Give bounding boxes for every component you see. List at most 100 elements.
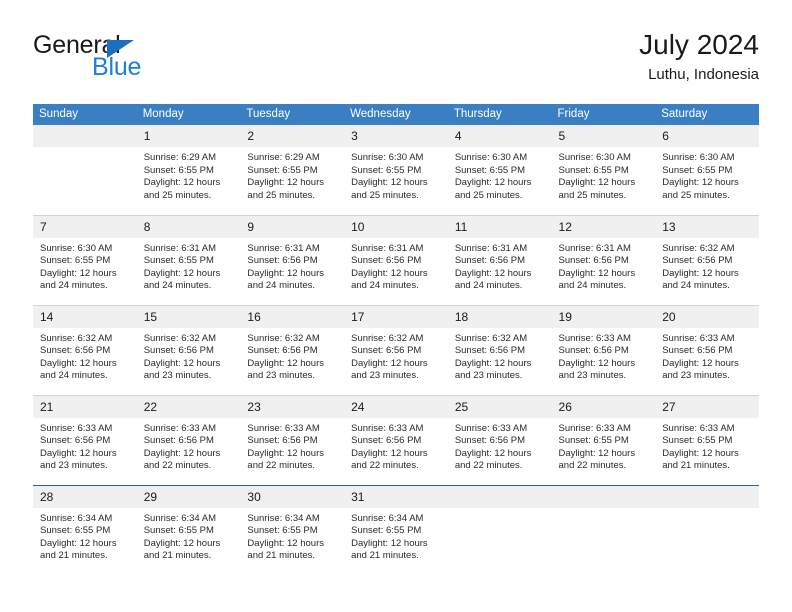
sunrise-text: Sunrise: 6:33 AM: [558, 422, 631, 434]
calendar-week-row: 21 Sunrise: 6:33 AM Sunset: 6:56 PM Dayligh…: [33, 394, 759, 485]
day-details: Sunrise: 6:32 AM Sunset: 6:56 PM Daylight:…: [344, 328, 448, 383]
day-number: 11: [447, 215, 552, 238]
day-number: 19: [551, 305, 656, 328]
sunrise-text: Sunrise: 6:33 AM: [454, 422, 528, 434]
day-number: 22: [136, 395, 241, 418]
calendar-body: 1 Sunrise: 6:29 AM Sunset: 6:55 PM Daylight…: [33, 125, 759, 575]
day-number: 18: [447, 305, 552, 328]
daylight-text-line2: and 24 minutes.: [662, 280, 730, 292]
daylight-text-line1: Daylight: 12 hours: [454, 357, 532, 369]
calendar-day-cell[interactable]: 3 Sunrise: 6:30 AM Sunset: 6:55 PM Daylight…: [344, 125, 448, 215]
calendar-day-cell[interactable]: 29 Sunrise: 6:34 AM Sunset: 6:55 PM Dayligh…: [136, 484, 241, 575]
daylight-text-line1: Daylight: 12 hours: [558, 177, 636, 189]
sunrise-text: Sunrise: 6:32 AM: [40, 332, 113, 344]
daylight-text-line1: Daylight: 12 hours: [662, 447, 739, 459]
daylight-text-line2: and 21 minutes.: [40, 550, 108, 562]
sunrise-text: Sunrise: 6:31 AM: [454, 242, 528, 254]
calendar-day-cell[interactable]: 30 Sunrise: 6:34 AM Sunset: 6:55 PM Dayligh…: [240, 484, 345, 575]
calendar-week-row: 1 Sunrise: 6:29 AM Sunset: 6:55 PM Daylight…: [33, 125, 759, 215]
day-number: 21: [33, 395, 137, 418]
day-details: Sunrise: 6:33 AM Sunset: 6:56 PM Daylight:…: [33, 418, 137, 473]
calendar-day-cell[interactable]: 7 Sunrise: 6:30 AM Sunset: 6:55 PM Daylight…: [33, 214, 137, 305]
calendar-day-cell[interactable]: 18 Sunrise: 6:32 AM Sunset: 6:56 PM Dayligh…: [447, 304, 552, 395]
calendar-day-cell[interactable]: 23 Sunrise: 6:33 AM Sunset: 6:56 PM Dayligh…: [240, 394, 345, 485]
calendar-day-cell[interactable]: 13 Sunrise: 6:32 AM Sunset: 6:56 PM Dayligh…: [655, 214, 759, 305]
sunrise-text: Sunrise: 6:34 AM: [143, 512, 217, 524]
sunrise-text: Sunrise: 6:34 AM: [351, 512, 424, 524]
day-details: Sunrise: 6:32 AM Sunset: 6:56 PM Daylight:…: [240, 328, 344, 383]
sunset-text: Sunset: 6:56 PM: [662, 255, 733, 267]
sunset-text: Sunset: 6:56 PM: [40, 435, 111, 447]
daylight-text-line2: and 23 minutes.: [247, 370, 316, 382]
calendar-day-cell[interactable]: 17 Sunrise: 6:32 AM Sunset: 6:56 PM Dayligh…: [344, 304, 448, 395]
sunset-text: Sunset: 6:56 PM: [40, 345, 111, 357]
sunset-text: Sunset: 6:56 PM: [247, 345, 318, 357]
calendar-day-cell[interactable]: 25 Sunrise: 6:33 AM Sunset: 6:56 PM Dayligh…: [447, 394, 552, 485]
daylight-text-line1: Daylight: 12 hours: [662, 177, 739, 189]
sunset-text: Sunset: 6:55 PM: [662, 435, 733, 447]
day-number: 25: [447, 395, 552, 418]
calendar-day-cell[interactable]: 20 Sunrise: 6:33 AM Sunset: 6:56 PM Dayligh…: [655, 304, 759, 395]
sunset-text: Sunset: 6:56 PM: [351, 255, 422, 267]
calendar-day-cell[interactable]: 1 Sunrise: 6:29 AM Sunset: 6:55 PM Daylight…: [136, 125, 241, 215]
daylight-text-line2: and 21 minutes.: [351, 550, 419, 562]
calendar-day-cell[interactable]: 21 Sunrise: 6:33 AM Sunset: 6:56 PM Dayligh…: [33, 394, 137, 485]
calendar-day-cell[interactable]: 5 Sunrise: 6:30 AM Sunset: 6:55 PM Daylight…: [551, 125, 656, 215]
calendar-day-cell[interactable]: 6 Sunrise: 6:30 AM Sunset: 6:55 PM Daylight…: [655, 125, 759, 215]
calendar-day-cell[interactable]: 9 Sunrise: 6:31 AM Sunset: 6:56 PM Daylight…: [240, 214, 345, 305]
sunrise-text: Sunrise: 6:33 AM: [247, 422, 320, 434]
sunset-text: Sunset: 6:55 PM: [143, 255, 214, 267]
calendar-header-row: Sunday Monday Tuesday Wednesday Thursday…: [33, 104, 759, 125]
daylight-text-line2: and 24 minutes.: [40, 370, 108, 382]
sunset-text: Sunset: 6:56 PM: [558, 345, 629, 357]
day-details: Sunrise: 6:33 AM Sunset: 6:56 PM Daylight:…: [655, 328, 759, 383]
day-details: Sunrise: 6:31 AM Sunset: 6:56 PM Daylight:…: [344, 238, 448, 293]
daylight-text-line2: and 22 minutes.: [454, 460, 523, 472]
sunrise-text: Sunrise: 6:32 AM: [247, 332, 320, 344]
calendar-day-cell[interactable]: 22 Sunrise: 6:33 AM Sunset: 6:56 PM Dayligh…: [136, 394, 241, 485]
calendar-day-cell[interactable]: 11 Sunrise: 6:31 AM Sunset: 6:56 PM Dayligh…: [447, 214, 552, 305]
calendar-day-cell[interactable]: 26 Sunrise: 6:33 AM Sunset: 6:55 PM Dayligh…: [551, 394, 656, 485]
day-details: Sunrise: 6:31 AM Sunset: 6:56 PM Daylight:…: [448, 238, 552, 293]
daylight-text-line1: Daylight: 12 hours: [558, 447, 636, 459]
calendar-day-cell[interactable]: 31 Sunrise: 6:34 AM Sunset: 6:55 PM Dayligh…: [344, 484, 448, 575]
calendar-day-cell[interactable]: 24 Sunrise: 6:33 AM Sunset: 6:56 PM Dayligh…: [344, 394, 448, 485]
calendar-day-cell[interactable]: 10 Sunrise: 6:31 AM Sunset: 6:56 PM Dayligh…: [344, 214, 448, 305]
calendar-day-cell[interactable]: 2 Sunrise: 6:29 AM Sunset: 6:55 PM Daylight…: [240, 125, 345, 215]
daylight-text-line2: and 21 minutes.: [143, 550, 212, 562]
calendar-table: Sunday Monday Tuesday Wednesday Thursday…: [33, 104, 759, 575]
daylight-text-line1: Daylight: 12 hours: [143, 537, 221, 549]
calendar-day-cell[interactable]: 4 Sunrise: 6:30 AM Sunset: 6:55 PM Daylight…: [447, 125, 552, 215]
calendar-day-cell[interactable]: 28 Sunrise: 6:34 AM Sunset: 6:55 PM Dayligh…: [33, 484, 137, 575]
calendar-day-cell[interactable]: 14 Sunrise: 6:32 AM Sunset: 6:56 PM Dayligh…: [33, 304, 137, 395]
daylight-text-line1: Daylight: 12 hours: [351, 267, 428, 279]
day-details: Sunrise: 6:33 AM Sunset: 6:56 PM Daylight:…: [344, 418, 448, 473]
sunset-text: Sunset: 6:56 PM: [454, 435, 526, 447]
daylight-text-line1: Daylight: 12 hours: [247, 537, 324, 549]
calendar-day-cell[interactable]: 8 Sunrise: 6:31 AM Sunset: 6:55 PM Daylight…: [136, 214, 241, 305]
calendar-day-cell[interactable]: 15 Sunrise: 6:32 AM Sunset: 6:56 PM Dayligh…: [136, 304, 241, 395]
general-blue-logo[interactable]: General Blue: [33, 32, 263, 88]
daylight-text-line2: and 22 minutes.: [558, 460, 627, 472]
daylight-text-line1: Daylight: 12 hours: [662, 267, 739, 279]
sunset-text: Sunset: 6:55 PM: [247, 525, 318, 537]
daylight-text-line1: Daylight: 12 hours: [247, 177, 324, 189]
page-subtitle-location: Luthu, Indonesia: [648, 66, 759, 83]
daylight-text-line1: Daylight: 12 hours: [454, 447, 532, 459]
calendar-day-cell[interactable]: 27 Sunrise: 6:33 AM Sunset: 6:55 PM Dayligh…: [655, 394, 759, 485]
day-number: [551, 485, 656, 508]
day-details: Sunrise: 6:34 AM Sunset: 6:55 PM Daylight:…: [240, 508, 344, 563]
daylight-text-line1: Daylight: 12 hours: [40, 267, 117, 279]
sunset-text: Sunset: 6:56 PM: [143, 435, 214, 447]
calendar-day-cell-empty: [447, 484, 552, 575]
sunrise-text: Sunrise: 6:30 AM: [558, 152, 631, 163]
sunset-text: Sunset: 6:56 PM: [454, 345, 526, 357]
calendar-day-cell[interactable]: 16 Sunrise: 6:32 AM Sunset: 6:56 PM Dayligh…: [240, 304, 345, 395]
day-details: Sunrise: 6:34 AM Sunset: 6:55 PM Daylight:…: [33, 508, 137, 563]
calendar-day-cell[interactable]: 12 Sunrise: 6:31 AM Sunset: 6:56 PM Dayligh…: [551, 214, 656, 305]
page-title: July 2024: [639, 29, 759, 60]
daylight-text-line1: Daylight: 12 hours: [662, 357, 739, 369]
calendar-day-cell[interactable]: 19 Sunrise: 6:33 AM Sunset: 6:56 PM Dayligh…: [551, 304, 656, 395]
calendar-day-cell-empty: [551, 484, 656, 575]
daylight-text-line2: and 23 minutes.: [40, 460, 108, 472]
